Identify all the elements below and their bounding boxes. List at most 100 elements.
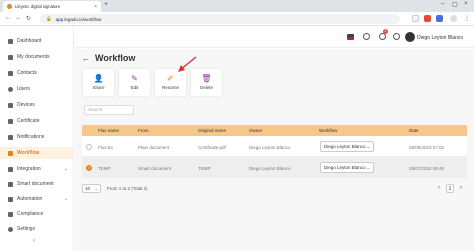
forward-icon[interactable]: →	[15, 15, 21, 21]
share-button[interactable]: 👤 Share	[83, 69, 114, 96]
cell-owner: Diego Leyton Blanco	[249, 145, 291, 150]
cell-from: Plain document	[138, 145, 170, 150]
page-size-value: 10	[85, 186, 91, 191]
sidebar-item-notifications[interactable]: Notifications	[0, 131, 74, 143]
sidebar-item-label: Dashboard	[17, 38, 42, 44]
url-field[interactable]: 🔒 app.legado.io/workflow	[40, 14, 400, 24]
chevron-down-icon: ⌄	[366, 165, 370, 170]
annotation-arrow-icon	[178, 56, 197, 72]
extension-icon[interactable]	[424, 15, 431, 22]
reload-icon[interactable]: ↻	[26, 15, 31, 22]
workflow-icon	[8, 150, 13, 156]
page-size-select[interactable]: 10 ⌄	[82, 184, 101, 193]
workflow-select[interactable]: Diego Leyton Blanco ⌄	[320, 141, 374, 152]
sidebar-item-workflow[interactable]: Workflow	[0, 147, 74, 159]
sidebar-item-my-documents[interactable]: My documents	[0, 51, 74, 63]
chevron-down-icon: ⌄	[94, 186, 98, 191]
delete-icon: 🗑	[201, 74, 212, 83]
back-icon[interactable]: ←	[5, 15, 11, 21]
table-row[interactable]: TEMP Smart document TEMP Diego Leyton Bl…	[82, 157, 467, 178]
cell-date: 05/09/2023 07:02	[409, 145, 445, 150]
column-header[interactable]: Date	[409, 128, 419, 133]
page-title: Workflow	[95, 53, 136, 63]
close-tab-icon[interactable]: ×	[94, 4, 97, 10]
cell-flux-name: TEMP	[98, 166, 111, 171]
sidebar-item-label: Devices	[17, 102, 35, 108]
folder-icon	[8, 54, 13, 60]
support-icon[interactable]	[363, 33, 370, 40]
grid-icon	[8, 38, 13, 44]
bookmark-icon[interactable]	[412, 15, 419, 22]
chevron-down-icon: ⌄	[63, 196, 68, 202]
minimize-icon[interactable]: –	[441, 1, 444, 7]
browser-tab-title: Lleyeto: digital signature	[15, 4, 61, 9]
table-row[interactable]: Flux Ex Plain document Certificate.pdf D…	[82, 136, 467, 157]
browser-menu-icon[interactable]: ⋮	[464, 15, 470, 22]
new-tab-icon[interactable]: +	[104, 1, 108, 8]
column-header[interactable]: Workflow	[319, 128, 337, 133]
sidebar: Dashboard My documents Contacts Users De…	[0, 26, 74, 251]
table-header: Flux name From Original name Owner Workf…	[82, 125, 467, 136]
search-input[interactable]: Search	[84, 105, 134, 115]
workflow-select[interactable]: Diego Leyton Blanco ⌄	[320, 162, 374, 173]
column-header[interactable]: Original name	[198, 128, 226, 133]
prev-page-button[interactable]: <	[435, 184, 443, 193]
column-header[interactable]: Owner	[249, 128, 262, 133]
chevron-down-icon: ⌄	[366, 144, 370, 149]
sidebar-item-contacts[interactable]: Contacts	[0, 67, 74, 79]
automation-icon	[8, 196, 13, 202]
sidebar-item-compliance[interactable]: Compliance	[0, 208, 74, 220]
back-arrow-icon[interactable]: ←	[82, 54, 90, 63]
edit-button[interactable]: ✎ Edit	[119, 69, 150, 96]
cell-original-name: TEMP	[198, 166, 211, 171]
sidebar-item-label: My documents	[17, 54, 50, 60]
row-checkbox[interactable]	[86, 144, 92, 150]
sidebar-item-smart-document[interactable]: Smart document	[0, 178, 74, 190]
browser-tab[interactable]: Lleyeto: digital signature ×	[3, 1, 101, 12]
delete-label: Delete	[199, 85, 213, 90]
sidebar-item-dashboard[interactable]: Dashboard	[0, 35, 74, 47]
cell-original-name: Certificate.pdf	[198, 145, 226, 150]
sidebar-item-certificate[interactable]: Certificate	[0, 115, 74, 127]
column-header[interactable]: Flux name	[98, 128, 119, 133]
bell-icon	[8, 134, 13, 140]
edit-icon: ✎	[131, 74, 138, 83]
cell-owner: Diego Leyton Blanco	[249, 166, 291, 171]
sidebar-item-automation[interactable]: Automation ⌄	[0, 193, 74, 205]
avatar[interactable]	[405, 32, 415, 42]
user-name[interactable]: Diego Leyton Blanco	[417, 35, 463, 41]
url-text: app.legado.io/workflow	[55, 16, 102, 22]
sidebar-item-settings[interactable]: Settings	[0, 223, 74, 235]
row-checkbox[interactable]	[86, 165, 92, 171]
us-flag-icon[interactable]	[347, 34, 354, 40]
settings-icon[interactable]	[393, 33, 400, 40]
sidebar-item-label: Certificate	[17, 118, 40, 124]
close-window-icon[interactable]: ×	[464, 1, 468, 7]
sidebar-item-integration[interactable]: Integration ⌄	[0, 163, 74, 175]
share-user-icon: 👤	[93, 74, 104, 83]
rename-label: Rename	[161, 85, 179, 90]
lock-icon: 🔒	[46, 16, 52, 21]
current-page-button[interactable]: 1	[446, 184, 454, 193]
device-icon	[8, 102, 13, 108]
sidebar-item-label: Notifications	[17, 134, 45, 140]
maximize-icon[interactable]: ▢	[452, 1, 458, 8]
edit-label: Edit	[130, 85, 139, 90]
notification-icon[interactable]	[379, 33, 386, 40]
address-bar: ← → ↻ 🔒 app.legado.io/workflow ⋮	[0, 12, 474, 26]
workflow-select-value: Diego Leyton Blanco	[324, 144, 366, 149]
sidebar-item-label: Integration	[17, 166, 41, 172]
profile-icon[interactable]	[436, 15, 443, 22]
account-icon[interactable]	[450, 15, 457, 22]
chevron-left-icon[interactable]: ‹	[33, 238, 35, 244]
sidebar-item-devices[interactable]: Devices	[0, 99, 74, 111]
column-header[interactable]: From	[138, 128, 149, 133]
user-icon	[8, 86, 13, 92]
sidebar-item-users[interactable]: Users	[0, 83, 74, 95]
sidebar-item-label: Workflow	[17, 150, 40, 156]
certificate-icon	[8, 118, 13, 124]
pagination-range: From 1 to 2 (Total 2)	[107, 186, 148, 191]
browser-tab-bar: Lleyeto: digital signature × + – ▢ ×	[0, 0, 474, 12]
next-page-button[interactable]: >	[457, 184, 465, 193]
notification-badge: 2	[383, 29, 388, 34]
